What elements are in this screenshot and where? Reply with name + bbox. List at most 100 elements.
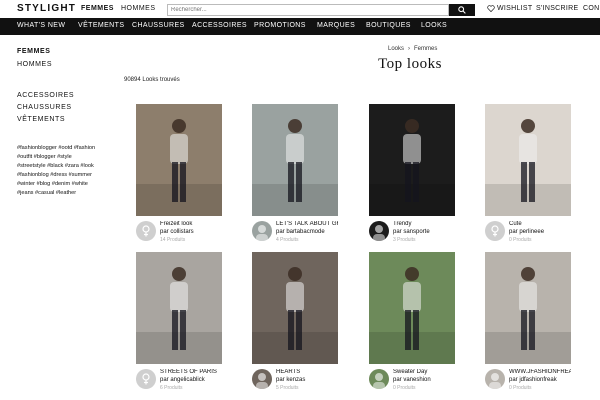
- person-figure-icon: [252, 119, 338, 216]
- look-author[interactable]: par perlineee: [509, 229, 544, 235]
- tag-line[interactable]: #fashionblogger #ootd #fashion: [17, 144, 107, 153]
- breadcrumb-looks[interactable]: Looks: [388, 46, 404, 52]
- look-title[interactable]: Cute: [509, 221, 571, 227]
- nav-boutiques[interactable]: BOUTIQUES: [366, 22, 411, 29]
- gender-women-link[interactable]: FEMMES: [81, 5, 114, 12]
- look-info: Trendy par sansporte 3 Produits: [369, 221, 455, 247]
- person-figure-icon: [252, 267, 338, 364]
- female-symbol-icon: [491, 225, 499, 237]
- user-photo-icon: [373, 373, 385, 389]
- breadcrumb-femmes[interactable]: Femmes: [414, 46, 437, 52]
- stylight-logo[interactable]: STYLIGHT: [17, 3, 76, 14]
- wishlist-label: WISHLIST: [497, 5, 533, 12]
- look-card[interactable]: HEARTS par kenzas 5 Produits: [252, 252, 338, 395]
- nav-vetements[interactable]: VÊTEMENTS: [78, 22, 124, 29]
- sidebar-category-accessoires[interactable]: ACCESSOIRES: [17, 92, 74, 99]
- look-info: HEARTS par kenzas 5 Produits: [252, 369, 338, 395]
- person-figure-icon: [485, 119, 571, 216]
- look-author[interactable]: par kenzas: [276, 377, 305, 383]
- look-title[interactable]: HEARTS: [276, 369, 338, 375]
- look-photo[interactable]: [136, 104, 222, 216]
- look-card[interactable]: Trendy par sansporte 3 Produits: [369, 104, 455, 247]
- results-count: 90894 Looks trouvés: [124, 77, 180, 83]
- look-author[interactable]: par collistars: [160, 229, 194, 235]
- look-author[interactable]: par jdfashionfreak: [509, 377, 557, 383]
- sidebar-category-chaussures[interactable]: CHAUSSURES: [17, 104, 72, 111]
- tag-line[interactable]: #jeans #casual #leather: [17, 189, 107, 198]
- look-info: STREETS OF PARIS par angelicablick 6 Produ…: [136, 369, 222, 395]
- look-info: Cute par perlineee 0 Produits: [485, 221, 571, 247]
- author-avatar[interactable]: [369, 221, 389, 241]
- author-avatar[interactable]: [252, 221, 272, 241]
- heart-icon: [487, 5, 495, 12]
- page-title: Top looks: [378, 56, 442, 72]
- look-card[interactable]: Freizeit look par collistars 14 Produits: [136, 104, 222, 247]
- tag-cloud: #fashionblogger #ootd #fashion #outfit #…: [17, 144, 107, 198]
- main-nav: WHAT'S NEW VÊTEMENTS CHAUSSURES ACCESSOI…: [0, 18, 600, 35]
- look-title[interactable]: Freizeit look: [160, 221, 222, 227]
- look-info: WWW.JFASHIONFREAK par jdfashionfreak 0 Pro…: [485, 369, 571, 395]
- tag-line[interactable]: #fashionblog #dress #summer: [17, 171, 107, 180]
- look-author[interactable]: par vaneshion: [393, 377, 431, 383]
- look-photo[interactable]: [369, 104, 455, 216]
- login-link[interactable]: CON: [583, 5, 599, 12]
- look-card[interactable]: WWW.JFASHIONFREAK par jdfashionfreak 0 Pro…: [485, 252, 571, 395]
- look-author[interactable]: par angelicablick: [160, 377, 205, 383]
- nav-whats-new[interactable]: WHAT'S NEW: [17, 22, 65, 29]
- look-photo[interactable]: [136, 252, 222, 364]
- nav-chaussures[interactable]: CHAUSSURES: [132, 22, 185, 29]
- person-figure-icon: [369, 119, 455, 216]
- look-title[interactable]: Trendy: [393, 221, 455, 227]
- search-icon: [458, 6, 466, 14]
- tag-line[interactable]: #outfit #blogger #style: [17, 153, 107, 162]
- tag-line[interactable]: #winter #blog #denim #white: [17, 180, 107, 189]
- search-button[interactable]: [449, 4, 475, 16]
- breadcrumb-separator: ›: [408, 46, 411, 52]
- nav-accessoires[interactable]: ACCESSOIRES: [192, 22, 247, 29]
- look-info: LET'S TALK ABOUT GREY par bartabacmode 4 P…: [252, 221, 338, 247]
- look-photo[interactable]: [485, 252, 571, 364]
- look-author[interactable]: par sansporte: [393, 229, 430, 235]
- look-products-count: 5 Produits: [276, 385, 299, 391]
- user-photo-icon: [256, 373, 268, 389]
- look-photo[interactable]: [252, 252, 338, 364]
- person-figure-icon: [136, 267, 222, 364]
- look-title[interactable]: LET'S TALK ABOUT GREY: [276, 221, 338, 227]
- sidebar-category-vetements[interactable]: VÊTEMENTS: [17, 116, 65, 123]
- look-products-count: 6 Produits: [160, 385, 183, 391]
- author-avatar[interactable]: [485, 369, 505, 389]
- user-photo-icon: [256, 225, 268, 241]
- sidebar-gender-men[interactable]: HOMMES: [17, 61, 52, 68]
- author-avatar[interactable]: [369, 369, 389, 389]
- look-title[interactable]: Sweater Day: [393, 369, 455, 375]
- look-title[interactable]: WWW.JFASHIONFREAK: [509, 369, 571, 375]
- author-avatar[interactable]: [136, 221, 156, 241]
- look-info: Sweater Day par vaneshion 0 Produits: [369, 369, 455, 395]
- look-photo[interactable]: [369, 252, 455, 364]
- look-card[interactable]: Cute par perlineee 0 Produits: [485, 104, 571, 247]
- author-avatar[interactable]: [485, 221, 505, 241]
- look-card[interactable]: LET'S TALK ABOUT GREY par bartabacmode 4 P…: [252, 104, 338, 247]
- search-input[interactable]: [167, 4, 449, 16]
- female-symbol-icon: [142, 373, 150, 385]
- gender-men-link[interactable]: HOMMES: [121, 5, 156, 12]
- look-author[interactable]: par bartabacmode: [276, 229, 325, 235]
- nav-promotions[interactable]: PROMOTIONS: [254, 22, 306, 29]
- look-card[interactable]: STREETS OF PARIS par angelicablick 6 Produ…: [136, 252, 222, 395]
- sidebar-gender-women[interactable]: FEMMES: [17, 48, 51, 55]
- author-avatar[interactable]: [252, 369, 272, 389]
- look-photo[interactable]: [485, 104, 571, 216]
- look-title[interactable]: STREETS OF PARIS: [160, 369, 222, 375]
- look-products-count: 0 Produits: [393, 385, 416, 391]
- person-figure-icon: [136, 119, 222, 216]
- look-products-count: 3 Produits: [393, 237, 416, 243]
- signup-link[interactable]: S'INSCRIRE: [536, 5, 578, 12]
- tag-line[interactable]: #streetstyle #black #zara #look: [17, 162, 107, 171]
- author-avatar[interactable]: [136, 369, 156, 389]
- nav-looks[interactable]: LOOKS: [421, 22, 447, 29]
- look-photo[interactable]: [252, 104, 338, 216]
- look-card[interactable]: Sweater Day par vaneshion 0 Produits: [369, 252, 455, 395]
- wishlist-link[interactable]: WISHLIST: [487, 5, 532, 12]
- nav-marques[interactable]: MARQUES: [317, 22, 355, 29]
- female-symbol-icon: [142, 225, 150, 237]
